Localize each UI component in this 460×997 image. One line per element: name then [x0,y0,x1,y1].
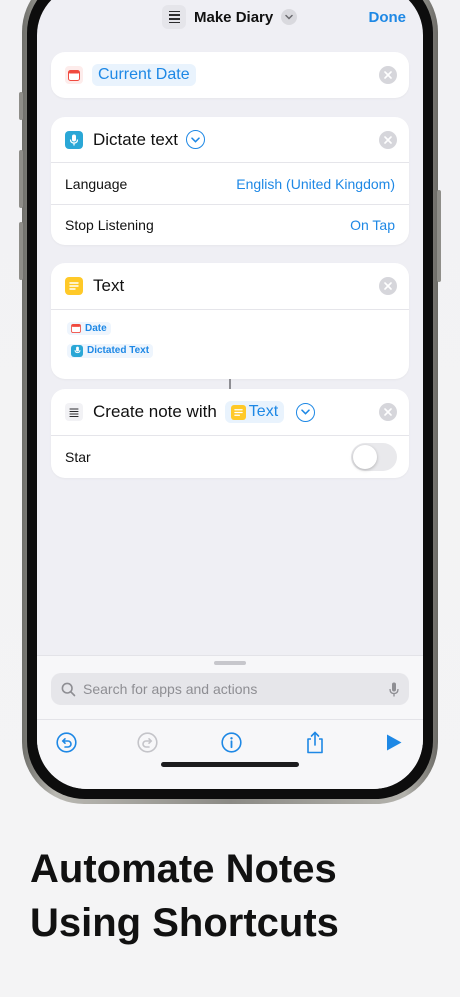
create-note-action: Create note with Text Star [51,389,409,478]
text-variable-token[interactable]: Text [224,401,285,423]
undo-icon[interactable] [54,730,78,754]
remove-action-icon[interactable] [379,277,397,295]
text-document-icon [65,277,83,295]
star-label: Star [65,449,91,465]
shortcut-title: Make Diary [194,8,274,26]
star-toggle[interactable] [351,443,397,471]
microphone-icon [71,344,83,357]
tagline-line-1: Automate Notes [30,847,337,891]
power-button [437,190,441,282]
volume-up-button [19,150,23,208]
editor-toolbar [37,719,423,765]
date-variable-token[interactable]: Date [67,322,111,335]
text-action: Text Date Dictated Text [51,263,409,379]
calendar-icon [71,324,81,333]
shortcut-title-menu[interactable]: Make Diary [162,5,298,29]
redo-icon[interactable] [135,730,159,754]
notes-list-icon [162,5,186,29]
current-date-token[interactable]: Current Date [92,64,196,86]
search-input[interactable]: Search for apps and actions [83,681,389,697]
language-value[interactable]: English (United Kingdom) [236,176,395,192]
star-row: Star [51,436,409,478]
phone-screen: Make Diary Done Current Date Dictate tex… [37,0,423,789]
create-note-title: Create note with [93,402,217,421]
notes-list-icon [65,403,83,421]
stop-listening-label: Stop Listening [65,217,154,233]
action-connector [229,379,231,389]
dictate-text-action: Dictate text Language English (United Ki… [51,117,409,245]
expand-options-icon[interactable] [296,402,316,422]
silent-switch [19,92,23,120]
dictate-text-title: Dictate text [93,129,179,149]
play-icon[interactable] [382,730,406,754]
expand-options-icon[interactable] [186,130,206,149]
calendar-icon [65,66,83,84]
stop-listening-row[interactable]: Stop Listening On Tap [51,205,409,245]
remove-action-icon[interactable] [379,66,397,84]
chevron-down-icon[interactable] [281,9,298,25]
home-indicator[interactable] [161,762,299,767]
text-document-icon [230,404,246,420]
microphone-icon [65,130,83,149]
language-label: Language [65,175,128,192]
language-row[interactable]: Language English (United Kingdom) [51,163,409,204]
microphone-icon [389,682,399,696]
search-icon [61,682,76,696]
text-title: Text [93,276,125,295]
dictated-text-variable-token[interactable]: Dictated Text [67,343,154,358]
sheet-grabber[interactable] [214,661,246,665]
done-button[interactable]: Done [369,9,407,26]
search-bar[interactable]: Search for apps and actions [51,673,409,705]
share-icon[interactable] [303,730,327,754]
tagline-line-2: Using Shortcuts [30,901,339,945]
current-date-action[interactable]: Current Date [51,52,409,98]
info-icon[interactable] [219,730,243,754]
text-content-field[interactable]: Date Dictated Text [51,310,409,378]
remove-action-icon[interactable] [379,130,397,149]
actions-bottom-sheet: Search for apps and actions [37,655,423,789]
tagline: Automate Notes Using Shortcuts [30,842,339,950]
remove-action-icon[interactable] [379,403,397,421]
stop-listening-value[interactable]: On Tap [350,217,395,233]
volume-down-button [19,222,23,280]
navigation-bar: Make Diary Done [37,0,423,37]
